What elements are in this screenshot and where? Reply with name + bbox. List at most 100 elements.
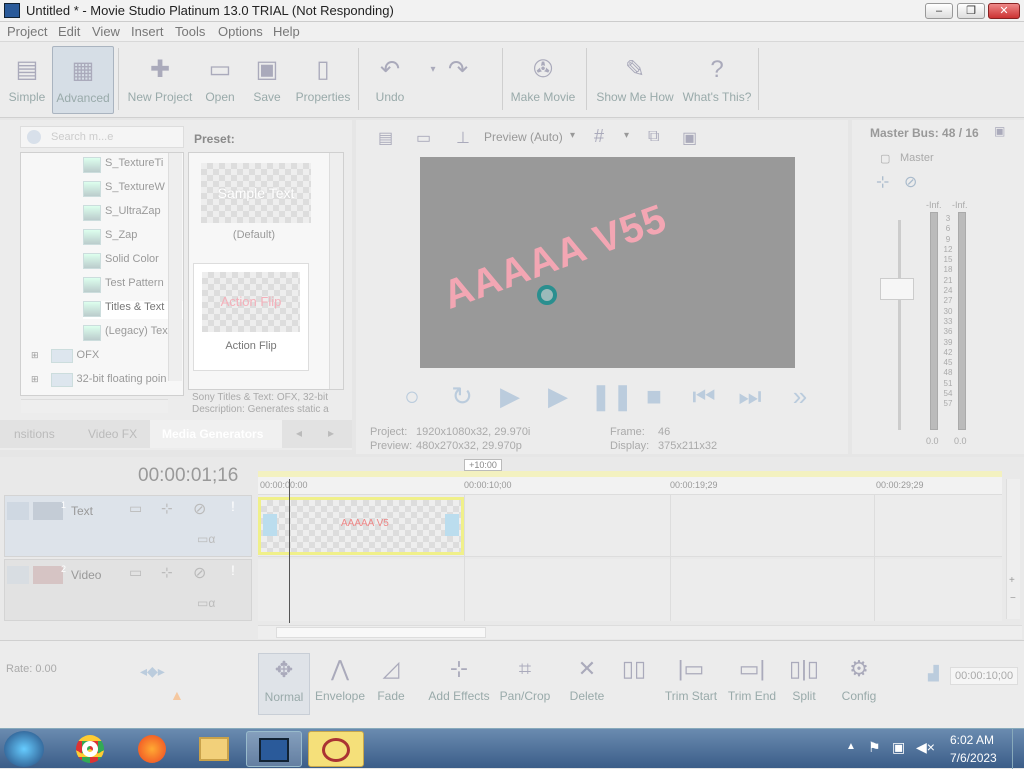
chrome-taskbar-icon[interactable]	[62, 731, 118, 767]
network-icon[interactable]: ▣	[892, 739, 905, 756]
tree-item[interactable]: S_UltraZap	[83, 205, 161, 223]
clock-date[interactable]: 7/6/2023	[950, 751, 997, 765]
video-preview[interactable]: AAAAA V55	[420, 157, 795, 368]
mute-icon[interactable]: ⊘	[904, 172, 917, 192]
track-header-text[interactable]: 1 Text ▭ ⊹ ⊘ ! ▭α	[4, 495, 252, 557]
minimize-button[interactable]: –	[925, 3, 953, 19]
whats-this-button[interactable]: ? What's This?	[682, 46, 752, 114]
properties-button[interactable]: ▯ Properties	[294, 46, 352, 114]
tab-video-fx[interactable]: Video FX	[88, 427, 137, 441]
explorer-taskbar-icon[interactable]	[186, 731, 242, 767]
envelope-tool-button[interactable]: ⋀ Envelope	[314, 653, 366, 715]
chevron-down-icon[interactable]: ▾	[570, 130, 575, 141]
split-screen-icon[interactable]: ⊥	[456, 128, 470, 148]
menu-options[interactable]: Options	[218, 24, 263, 39]
ripple-button[interactable]: ▯▯	[612, 653, 656, 715]
time-ruler[interactable]: 00:00:00:00 00:00:10;00 00:00:19;29 00:0…	[258, 477, 1002, 495]
menu-tools[interactable]: Tools	[175, 24, 205, 39]
preview-properties-icon[interactable]: ▤	[378, 128, 393, 148]
track-expand-icon[interactable]	[7, 566, 29, 584]
vertical-scrollbar[interactable]	[168, 153, 182, 381]
rate-slider-icon[interactable]: ◂◆▸	[140, 663, 165, 680]
horizontal-scrollbar[interactable]	[21, 399, 168, 413]
split-button[interactable]: ▯|▯ Split	[784, 653, 824, 715]
config-button[interactable]: ⚙ Config	[834, 653, 884, 715]
normal-tool-button[interactable]: ✥ Normal	[258, 653, 310, 715]
track-motion-icon[interactable]: ▭	[129, 564, 142, 581]
track-compositing-icon[interactable]: ▭α	[197, 532, 215, 546]
go-to-end-icon[interactable]: ⏭	[734, 380, 766, 412]
track-motion-icon[interactable]: ▭	[129, 500, 142, 517]
track-name[interactable]: Video	[71, 568, 101, 582]
track-lane-video[interactable]	[258, 559, 1002, 621]
preset-thumb-default[interactable]: Sample Text	[201, 163, 311, 223]
track-mute-icon[interactable]: ⊘	[193, 499, 206, 519]
menu-view[interactable]: View	[92, 24, 120, 39]
tree-item[interactable]: S_TextureW	[83, 181, 165, 199]
overlays-grid-icon[interactable]: #	[594, 126, 604, 147]
more-controls-icon[interactable]: »	[784, 380, 816, 412]
track-compositing-icon[interactable]: ▭α	[197, 596, 215, 610]
close-button[interactable]: ✕	[988, 3, 1020, 19]
tab-scroll-left-icon[interactable]: ◂	[296, 426, 302, 440]
track-fx-icon[interactable]: ⊹	[161, 564, 173, 581]
tree-item[interactable]: S_Zap	[83, 229, 137, 247]
timeline-horizontal-scrollbar[interactable]	[258, 625, 1022, 639]
trim-end-button[interactable]: ▭| Trim End	[724, 653, 780, 715]
track-name[interactable]: Text	[71, 504, 93, 518]
preview-quality-dropdown[interactable]: Preview (Auto)	[484, 130, 563, 144]
menu-project[interactable]: Project	[7, 24, 47, 39]
preset-scrollbar[interactable]	[329, 153, 343, 389]
track-mute-icon[interactable]: ⊘	[193, 563, 206, 583]
open-button[interactable]: ▭ Open	[200, 46, 240, 114]
tab-scroll-right-icon[interactable]: ▸	[328, 426, 334, 440]
scroll-thumb[interactable]	[276, 627, 486, 638]
record-button[interactable]: ○	[396, 380, 428, 412]
save-snapshot-icon[interactable]: ▣	[682, 128, 697, 148]
preset-action-flip[interactable]: Action Flip Action Flip	[193, 263, 309, 371]
tree-item[interactable]: S_TextureTi	[83, 157, 163, 175]
menu-insert[interactable]: Insert	[131, 24, 164, 39]
tree-item[interactable]: Test Pattern	[83, 277, 164, 295]
start-button[interactable]	[4, 731, 44, 767]
menu-help[interactable]: Help	[273, 24, 300, 39]
play-icon[interactable]: ▶	[542, 380, 574, 412]
app-taskbar-icon[interactable]	[308, 731, 364, 767]
undo-dropdown[interactable]: ▾	[418, 46, 435, 114]
chevron-down-icon[interactable]: ▾	[624, 130, 629, 141]
stop-icon[interactable]: ■	[638, 380, 670, 412]
tab-transitions[interactable]: nsitions	[14, 427, 55, 441]
tab-media-generators[interactable]: Media Generators	[150, 420, 282, 448]
search-input[interactable]: Search m...e	[51, 131, 113, 143]
tree-item[interactable]: Solid Color	[83, 253, 159, 271]
simple-button[interactable]: ▤ Simple	[4, 46, 50, 114]
pan-crop-button[interactable]: ⌗ Pan/Crop	[496, 653, 554, 715]
play-from-start-icon[interactable]: ▶	[494, 380, 526, 412]
rate-slider-thumb[interactable]: ▲	[170, 687, 184, 703]
action-center-icon[interactable]: ⚑	[868, 739, 881, 756]
show-desktop-button[interactable]	[1012, 729, 1024, 769]
track-solo-icon[interactable]: !	[231, 498, 235, 514]
make-movie-button[interactable]: ✇ Make Movie	[508, 46, 578, 114]
track-fx-icon[interactable]: ⊹	[161, 500, 173, 517]
go-to-start-icon[interactable]: ⏮	[688, 380, 720, 412]
copy-snapshot-icon[interactable]: ⧉	[648, 128, 659, 146]
playhead-cursor[interactable]	[289, 479, 290, 623]
track-header-video[interactable]: 2 Video ▭ ⊹ ⊘ ! ▭α	[4, 559, 252, 621]
restore-button[interactable]: ❐	[957, 3, 985, 19]
trim-start-button[interactable]: |▭ Trim Start	[662, 653, 720, 715]
fade-button[interactable]: ◿ Fade	[368, 653, 414, 715]
master-bus-menu-icon[interactable]: ▣	[994, 124, 1005, 138]
external-monitor-icon[interactable]: ▭	[416, 128, 431, 148]
save-button[interactable]: ▣ Save	[248, 46, 286, 114]
redo-button[interactable]: ↷	[436, 46, 480, 114]
advanced-button[interactable]: ▦ Advanced	[52, 46, 114, 114]
tree-item[interactable]: (Legacy) Tex	[83, 325, 168, 343]
volume-muted-icon[interactable]: ◀×	[916, 739, 935, 756]
volume-fader[interactable]	[880, 278, 914, 300]
undo-button[interactable]: ↶ Undo	[368, 46, 412, 114]
clock-time[interactable]: 6:02 AM	[950, 733, 994, 747]
pause-icon[interactable]: ❚❚	[590, 380, 634, 412]
master-checkbox[interactable]: ▢	[880, 152, 890, 165]
fx-icon[interactable]: ⊹	[876, 172, 889, 192]
